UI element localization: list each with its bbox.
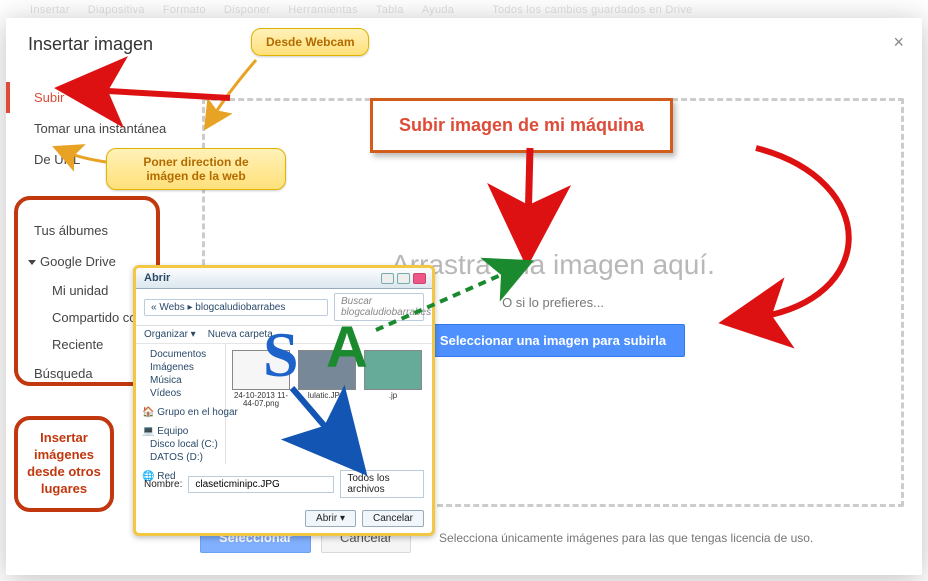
os-window-controls [381, 273, 426, 284]
close-icon[interactable] [413, 273, 426, 284]
background-menubar: InsertarDiapositivaFormatoDisponerHerram… [0, 0, 928, 20]
os-organizar[interactable]: Organizar ▾ [144, 329, 196, 340]
maximize-icon[interactable] [397, 273, 410, 284]
os-file-thumb[interactable]: .jp [364, 350, 422, 400]
dialog-title: Insertar imagen [6, 18, 922, 61]
annotation-letter-s: S [263, 318, 299, 392]
sidebar-item-instantanea[interactable]: Tomar una instantánea [6, 113, 194, 144]
close-icon[interactable]: × [893, 32, 904, 53]
dropzone-title: Arrastra una imagen aquí. [391, 249, 715, 281]
os-nav-tree[interactable]: Documentos Imágenes Música Vídeos 🏠 Grup… [136, 344, 226, 464]
select-image-button[interactable]: Seleccionar una imagen para subirla [421, 324, 685, 357]
os-filename-input[interactable] [188, 476, 334, 493]
license-note: Selecciona únicamente imágenes para las … [439, 531, 813, 545]
annotation-webcam: Desde Webcam [251, 28, 369, 56]
annotation-url: Poner direction de imágen de la web [106, 148, 286, 190]
os-open-button[interactable]: Abrir ▾ [305, 510, 356, 527]
annotation-otros: Insertar imágenes desde otros lugares [14, 416, 114, 512]
dropzone-or: O si lo prefieres... [502, 295, 604, 310]
os-open-dialog: Abrir « Webs ▸ blogcaludiobarrabes Busca… [133, 265, 435, 536]
os-filter-select[interactable]: Todos los archivos [340, 470, 424, 498]
os-path-box[interactable]: « Webs ▸ blogcaludiobarrabes [144, 299, 328, 316]
os-cancel-button[interactable]: Cancelar [362, 510, 424, 527]
annotation-subir-title: Subir imagen de mi máquina [370, 98, 673, 153]
minimize-icon[interactable] [381, 273, 394, 284]
annotation-letter-a: A [326, 314, 368, 381]
sidebar-item-subir[interactable]: Subir [6, 82, 194, 113]
